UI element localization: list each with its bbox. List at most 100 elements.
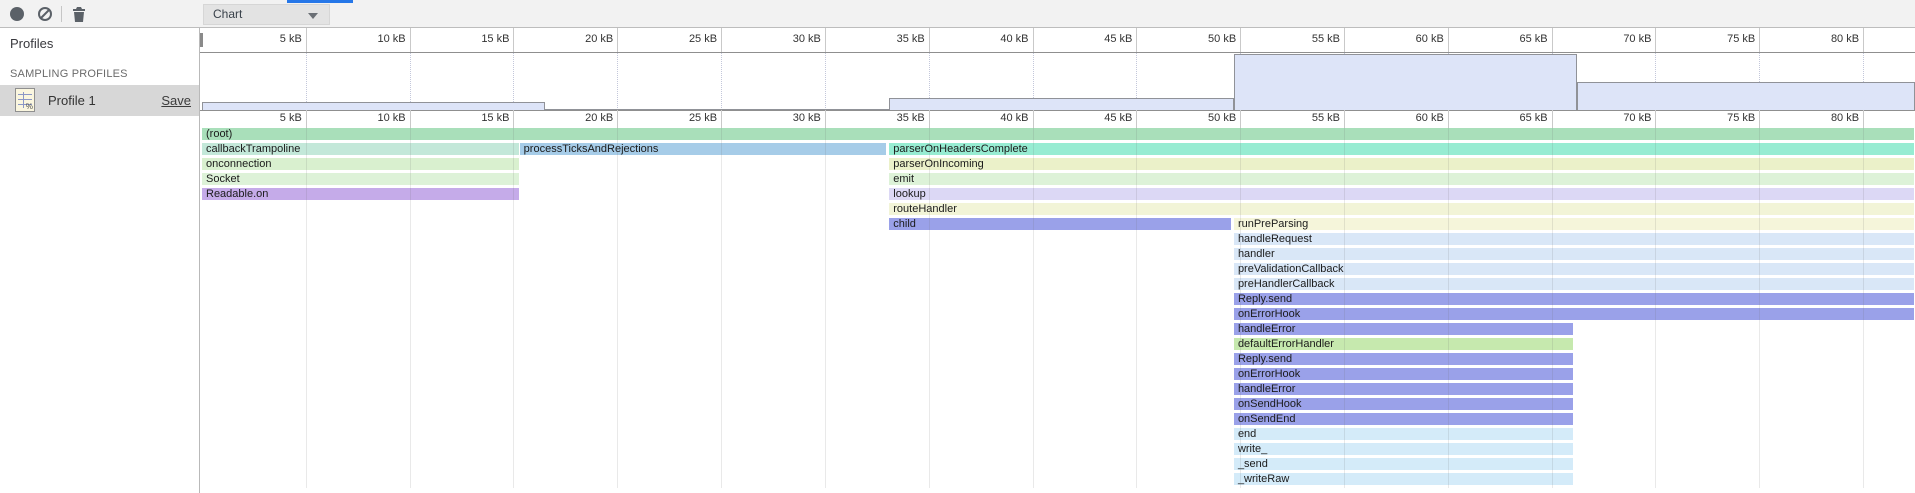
flame-frame[interactable]: onErrorHook [1234,308,1914,320]
ruler-tick [617,110,618,128]
flame-frame[interactable]: emit [889,173,1914,185]
ruler-tick [1136,110,1137,128]
flame-frame[interactable]: onErrorHook [1234,368,1574,380]
ruler-tick-label: 35 kB [865,33,925,45]
trash-icon[interactable] [72,7,86,21]
ruler-tick-label: 10 kB [346,112,406,124]
ruler-tick-label: 30 kB [761,112,821,124]
profile-name: Profile 1 [48,93,96,108]
flame-frame[interactable]: _send [1234,458,1574,470]
flame-frame[interactable]: parserOnHeadersComplete [889,143,1914,155]
flame-frame[interactable]: runPreParsing [1234,218,1914,230]
ruler-tick-label: 60 kB [1384,33,1444,45]
ruler-tick [306,28,307,52]
flame-frame[interactable]: Reply.send [1234,293,1914,305]
ruler-tick-label: 25 kB [657,33,717,45]
flame-gridline [1552,128,1553,488]
chart-view-select[interactable]: Chart [203,4,330,25]
flame-frame[interactable]: preValidationCallback [1234,263,1914,275]
flame-frame[interactable]: handleRequest [1234,233,1914,245]
ruler-tick-label: 40 kB [969,112,1029,124]
ruler-tick-label: 25 kB [657,112,717,124]
sidebar-item-profile-1[interactable]: % Profile 1 Save [0,85,199,116]
overview-gridline [617,53,618,110]
flame-frame[interactable]: child [889,218,1231,230]
flame-frame[interactable]: onSendHook [1234,398,1574,410]
ruler-tick [1759,110,1760,128]
ruler-tick-label: 5 kB [242,112,302,124]
save-profile-link[interactable]: Save [161,93,191,108]
ruler-tick [1136,28,1137,52]
flame-frame[interactable]: lookup [889,188,1914,200]
ruler-tick [306,110,307,128]
ruler-tick [513,28,514,52]
flame-frame[interactable]: handleError [1234,323,1574,335]
flame-frame[interactable]: Readable.on [202,188,519,200]
ruler-tick-label: 30 kB [761,33,821,45]
overview-step [1577,82,1915,110]
profiles-sidebar: Profiles SAMPLING PROFILES % Profile 1 S… [0,28,200,493]
flame-gridline [1136,128,1137,488]
flame-gridline [1655,128,1656,488]
ruler-tick [1344,28,1345,52]
ruler-tick-label: 80 kB [1799,33,1859,45]
flame-frame[interactable]: onconnection [202,158,519,170]
ruler-tick-label: 75 kB [1695,33,1755,45]
ruler-tick [721,28,722,52]
flame-frame[interactable]: handleError [1234,383,1574,395]
ruler-tick [617,28,618,52]
ruler-tick [1863,110,1864,128]
ruler-tick [1655,110,1656,128]
flame-frame[interactable]: Socket [202,173,519,185]
ruler-tick-label: 5 kB [242,33,302,45]
flame-frame[interactable]: callbackTrampoline [202,143,519,155]
flame-frame[interactable]: routeHandler [889,203,1914,215]
flame-frame[interactable]: processTicksAndRejections [520,143,887,155]
ruler-tick-label: 10 kB [346,33,406,45]
flame-frame[interactable]: defaultErrorHandler [1234,338,1574,350]
ruler-tick-label: 60 kB [1384,112,1444,124]
ruler-tick [1448,110,1449,128]
record-icon[interactable] [10,7,24,21]
flame-frame[interactable]: end [1234,428,1574,440]
flame-gridline [1240,128,1241,488]
ruler-tick [929,28,930,52]
flame-gridline [1759,128,1760,488]
ruler-tick [1344,110,1345,128]
ruler-tick [410,110,411,128]
flame-chart: (root) callbackTrampolineprocessTicksAndR… [200,128,1915,493]
flame-frame[interactable]: Reply.send [1234,353,1574,365]
flame-gridline [1863,128,1864,488]
clear-icon[interactable] [38,7,52,21]
flame-gridline [1448,128,1449,488]
ruler-tick-label: 20 kB [553,33,613,45]
flame-gridline [929,128,930,488]
ruler-tick [1033,28,1034,52]
flame-frame[interactable]: handler [1234,248,1914,260]
flame-frame[interactable]: preHandlerCallback [1234,278,1914,290]
overview-graph[interactable] [200,53,1915,111]
ruler-tick-label: 35 kB [865,112,925,124]
ruler-tick [825,110,826,128]
flame-gridline [410,128,411,488]
ruler-tick [1448,28,1449,52]
profile-table-percent-icon: % [15,88,35,112]
flame-frame[interactable]: (root) [202,128,1914,140]
ruler-tick-label: 80 kB [1799,112,1859,124]
ruler-bottom: 5 kB10 kB15 kB20 kB25 kB30 kB35 kB40 kB4… [200,110,1915,128]
flame-frame[interactable]: write_ [1234,443,1574,455]
flame-frame[interactable]: _writeRaw [1234,473,1574,485]
ruler-tick-label: 55 kB [1280,33,1340,45]
scrollbar-thumb[interactable] [200,33,203,47]
overview-gridline [721,53,722,110]
ruler-tick [410,28,411,52]
flame-gridline [825,128,826,488]
flame-gridline [513,128,514,488]
flame-frame[interactable]: parserOnIncoming [889,158,1914,170]
overview-step [202,102,545,110]
ruler-tick-label: 45 kB [1072,112,1132,124]
ruler-tick-label: 15 kB [449,112,509,124]
ruler-tick-label: 15 kB [449,33,509,45]
flame-frame[interactable]: onSendEnd [1234,413,1574,425]
ruler-tick-label: 75 kB [1695,112,1755,124]
